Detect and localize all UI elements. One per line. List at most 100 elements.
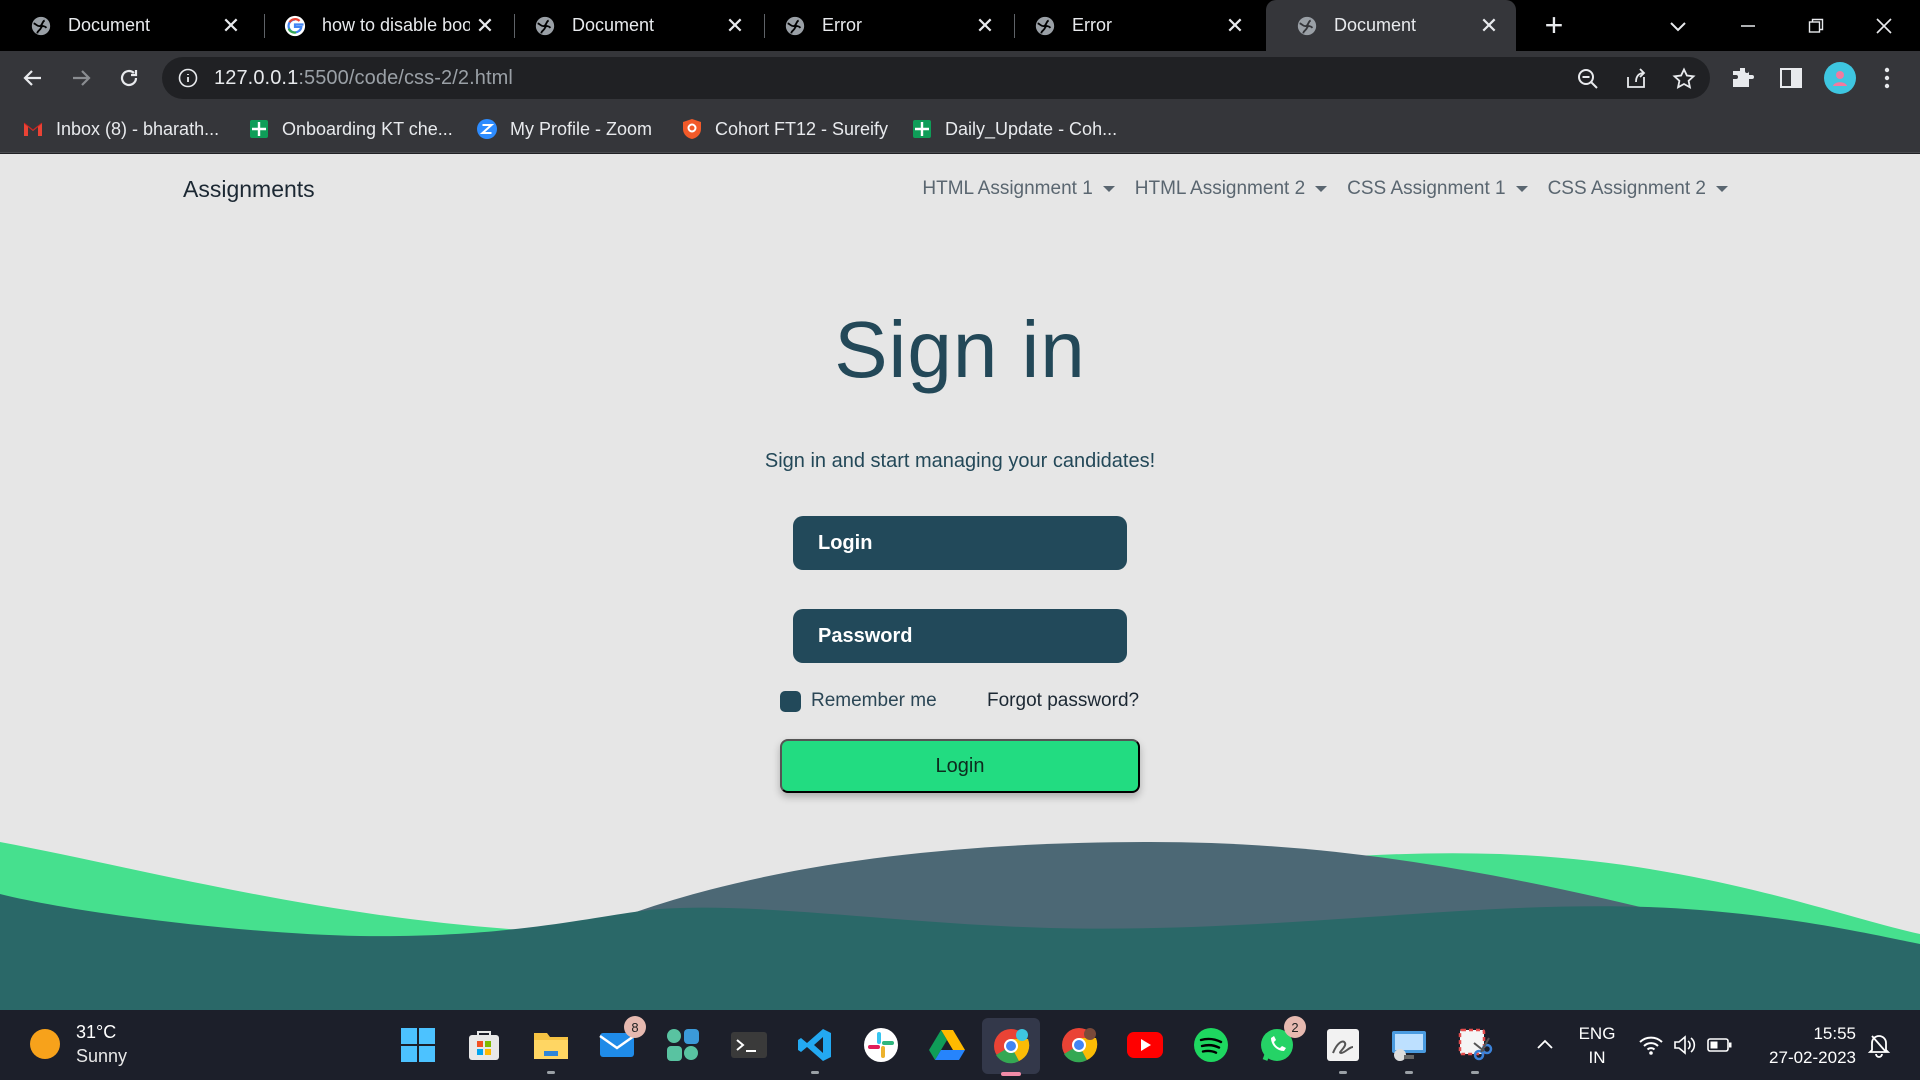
reload-button[interactable] (110, 59, 148, 97)
windows-taskbar: 31°C Sunny 8 2 ENG IN 15:55 27-02-2023 (0, 1010, 1920, 1080)
system-clock[interactable]: 15:55 27-02-2023 (1760, 1022, 1856, 1070)
bookmark-daily-update[interactable]: Daily_Update - Coh... (911, 115, 1117, 143)
url-path: :5500/code/css-2/2.html (298, 66, 513, 89)
nav-dropdown-css-1[interactable]: CSS Assignment 1 (1347, 178, 1528, 200)
minimize-button[interactable] (1716, 0, 1780, 51)
active-indicator (1001, 1072, 1021, 1076)
taskbar-file-explorer[interactable] (530, 1024, 572, 1074)
share-icon[interactable] (1624, 67, 1648, 91)
password-input[interactable] (793, 609, 1127, 663)
close-tab-icon[interactable]: ✕ (1220, 13, 1250, 39)
close-tab-icon[interactable]: ✕ (216, 13, 246, 39)
taskbar-mail[interactable]: 8 (596, 1016, 646, 1066)
bookmark-onboarding[interactable]: Onboarding KT che... (248, 115, 453, 143)
top-nav: HTML Assignment 1 HTML Assignment 2 CSS … (902, 178, 1728, 200)
browser-tab[interactable]: Error ✕ (1004, 0, 1262, 51)
tab-search-button[interactable] (1646, 0, 1710, 51)
browser-tab-active[interactable]: Document ✕ (1266, 0, 1516, 51)
url-text[interactable]: 127.0.0.1:5500/code/css-2/2.html (214, 67, 513, 90)
reload-icon (120, 69, 138, 87)
bookmark-label: Cohort FT12 - Sureify (715, 118, 889, 139)
wave-background (0, 842, 1920, 1010)
chevron-up-icon (1537, 1039, 1553, 1049)
taskbar-snipping-tool[interactable] (1454, 1024, 1496, 1074)
url-host: 127.0.0.1 (214, 66, 299, 89)
taskbar-youtube[interactable] (1124, 1024, 1166, 1066)
nav-label: HTML Assignment 2 (1134, 178, 1306, 199)
globe-icon (535, 16, 555, 35)
taskbar-app[interactable] (662, 1024, 704, 1066)
taskbar-slack[interactable] (860, 1024, 902, 1066)
info-icon[interactable] (178, 68, 198, 88)
nav-dropdown-css-2[interactable]: CSS Assignment 2 (1548, 178, 1728, 200)
caret-down-icon (1515, 186, 1528, 192)
taskbar-spotify[interactable] (1190, 1024, 1232, 1066)
close-window-button[interactable] (1852, 0, 1916, 51)
caret-down-icon (1315, 186, 1328, 192)
input-language-indicator[interactable]: ENG IN (1578, 1022, 1616, 1070)
brand-link[interactable]: Assignments (183, 176, 315, 203)
signature-app-icon (1327, 1029, 1359, 1061)
more-menu-icon[interactable] (1874, 65, 1900, 91)
store-icon (469, 1031, 499, 1060)
zoom-out-icon[interactable] (1576, 67, 1600, 91)
battery-icon (1707, 1038, 1732, 1052)
taskbar-remote-desktop[interactable] (1388, 1024, 1430, 1074)
profile-avatar[interactable] (1824, 62, 1856, 94)
taskbar-whatsapp[interactable]: 2 (1256, 1016, 1306, 1066)
quick-settings-button[interactable] (1638, 1010, 1734, 1080)
back-button[interactable] (14, 59, 52, 97)
side-panel-icon[interactable] (1778, 65, 1804, 91)
bookmark-inbox[interactable]: Inbox (8) - bharath... (22, 115, 219, 143)
sheets-icon (250, 120, 268, 138)
taskbar-terminal[interactable] (728, 1024, 770, 1066)
bookmark-star-icon[interactable] (1672, 67, 1696, 91)
running-indicator (1405, 1071, 1413, 1074)
taskbar-chrome-profile[interactable] (1058, 1024, 1100, 1066)
bookmark-zoom[interactable]: My Profile - Zoom (476, 115, 652, 143)
spotify-icon (1194, 1028, 1228, 1062)
show-hidden-icons-button[interactable] (1534, 1010, 1556, 1080)
remember-me-checkbox[interactable]: Remember me (780, 690, 937, 712)
start-button[interactable] (397, 1024, 439, 1066)
taskbar-google-drive[interactable] (926, 1024, 968, 1066)
running-indicator (1339, 1071, 1347, 1074)
close-tab-icon[interactable]: ✕ (470, 13, 500, 39)
widgets-icon (667, 1029, 699, 1061)
taskbar-app-store[interactable] (463, 1024, 505, 1066)
arrow-right-icon (73, 70, 91, 86)
extensions-icon[interactable] (1730, 65, 1756, 91)
address-bar[interactable]: 127.0.0.1:5500/code/css-2/2.html (162, 57, 1710, 99)
notifications-button[interactable] (1866, 1010, 1892, 1080)
restore-button[interactable] (1784, 0, 1848, 51)
login-button[interactable]: Login (780, 739, 1140, 793)
nav-label: CSS Assignment 1 (1347, 178, 1506, 199)
running-indicator (547, 1071, 555, 1074)
new-tab-button[interactable]: + (1536, 8, 1572, 44)
close-tab-icon[interactable]: ✕ (1474, 13, 1504, 39)
nav-dropdown-html-1[interactable]: HTML Assignment 1 (922, 178, 1115, 200)
checkbox-box[interactable] (780, 690, 801, 712)
close-tab-icon[interactable]: ✕ (970, 13, 1000, 39)
taskbar-chrome[interactable] (982, 1018, 1040, 1076)
browser-tab[interactable]: Document ✕ (504, 0, 762, 51)
weather-widget[interactable]: 31°C Sunny (30, 1020, 127, 1068)
bookmark-label: Onboarding KT che... (282, 118, 453, 139)
close-tab-icon[interactable]: ✕ (720, 13, 750, 39)
google-icon (284, 15, 306, 36)
taskbar-vscode[interactable] (794, 1024, 836, 1074)
taskbar-app-writer[interactable] (1322, 1024, 1364, 1074)
login-input[interactable] (793, 516, 1127, 570)
browser-tab[interactable]: Error ✕ (754, 0, 1012, 51)
browser-tab[interactable]: Document ✕ (0, 0, 258, 51)
volume-icon (1674, 1035, 1696, 1055)
shield-icon (683, 119, 701, 139)
bookmark-cohort[interactable]: Cohort FT12 - Sureify (681, 115, 888, 143)
nav-dropdown-html-2[interactable]: HTML Assignment 2 (1134, 178, 1328, 200)
browser-tab[interactable]: how to disable boo ✕ (254, 0, 512, 51)
browser-toolbar: 127.0.0.1:5500/code/css-2/2.html (0, 51, 1920, 105)
forgot-password-link[interactable]: Forgot password? (987, 690, 1139, 712)
whatsapp-badge: 2 (1284, 1016, 1306, 1038)
slack-icon (864, 1028, 898, 1062)
forward-button[interactable] (62, 59, 100, 97)
